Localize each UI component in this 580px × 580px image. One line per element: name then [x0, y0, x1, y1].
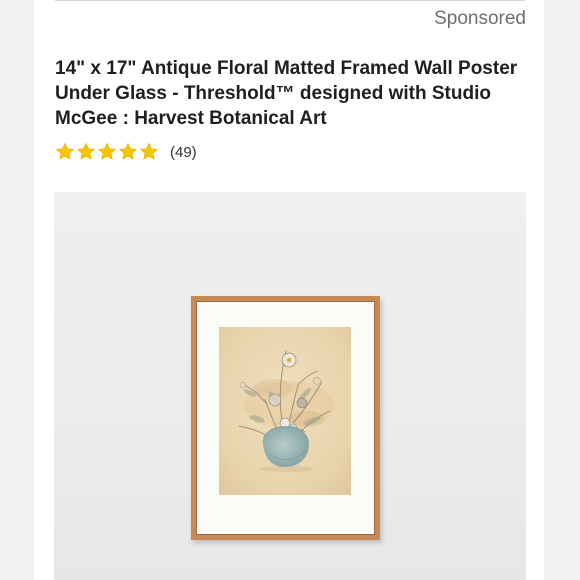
sponsored-product-card-page: Sponsored 14" x 17" Antique Floral Matte…	[0, 0, 580, 580]
star-rating	[55, 142, 160, 162]
product-image[interactable]	[54, 192, 526, 580]
botanical-artwork	[219, 327, 351, 495]
star-icon	[97, 142, 117, 160]
floral-vase-artwork	[219, 327, 351, 495]
review-count[interactable]: (49)	[170, 144, 197, 161]
star-icon	[118, 142, 138, 160]
rating-summary[interactable]: (49)	[55, 142, 197, 162]
star-icon	[55, 142, 75, 160]
star-icon	[139, 142, 159, 160]
sponsored-label: Sponsored	[434, 8, 526, 29]
divider	[55, 0, 525, 1]
product-title[interactable]: 14" x 17" Antique Floral Matted Framed W…	[55, 56, 525, 131]
star-icon	[76, 142, 96, 160]
framed-poster-image	[191, 296, 380, 540]
